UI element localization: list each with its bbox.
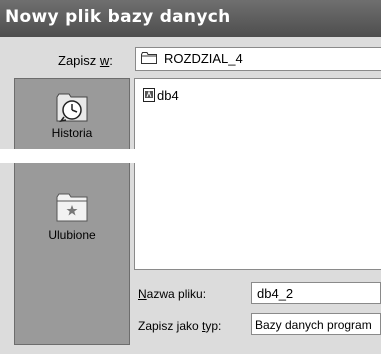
dialog-title: Nowy plik bazy danych [5, 7, 231, 27]
save-in-label: Zapisz w: [58, 53, 113, 68]
save-in-value: ROZDZIAL_4 [164, 51, 243, 66]
file-name-db4: db4 [157, 88, 179, 103]
folder-icon [141, 52, 157, 64]
place-history-label: Historia [51, 126, 93, 140]
new-database-dialog: Nowy plik bazy danych Zapisz w: ROZDZIAL… [0, 0, 381, 354]
save-type-label: Zapisz jako typ: [138, 319, 222, 333]
file-name-input[interactable]: db4_2 [251, 282, 381, 304]
access-file-icon [143, 88, 155, 102]
title-bar[interactable]: Nowy plik bazy danych [0, 0, 381, 37]
places-bar: Historia Ulubione [14, 78, 130, 345]
place-history[interactable]: Historia [15, 91, 129, 140]
save-type-dropdown[interactable]: Bazy danych program [251, 313, 381, 335]
history-clock-icon [56, 93, 88, 123]
place-favorites-label: Ulubione [48, 228, 96, 242]
save-in-dropdown[interactable]: ROZDZIAL_4 [135, 47, 381, 71]
favorites-folder-icon [56, 193, 88, 222]
file-name-label: Nazwa pliku: [138, 287, 207, 301]
place-favorites[interactable]: Ulubione [15, 191, 129, 242]
file-list[interactable]: db4 [134, 78, 381, 270]
divider [0, 149, 381, 163]
list-item[interactable]: db4 [143, 88, 179, 103]
